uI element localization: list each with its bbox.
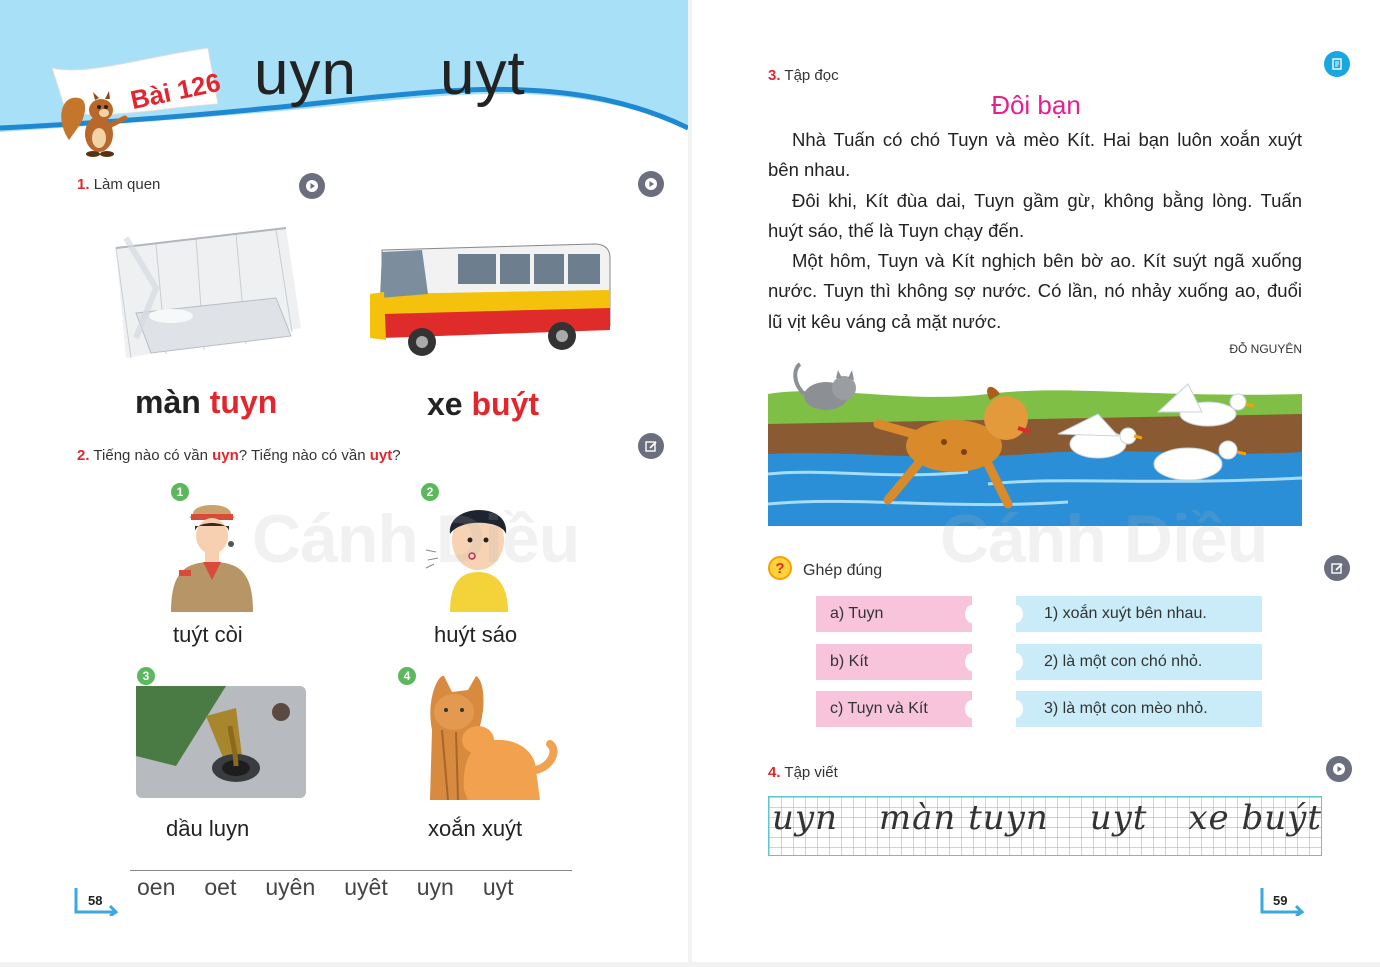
section-title: Làm quen: [93, 176, 161, 193]
play-icon: [1333, 763, 1345, 775]
word-xe-buyt: xe buýt: [427, 386, 539, 423]
match-left-item[interactable]: b) Kít: [816, 644, 979, 680]
section-2-heading: 2. Tiếng nào có vần uyn? Tiếng nào có vầ…: [77, 447, 401, 464]
story-text: Nhà Tuấn có chó Tuyn và mèo Kít. Hai bạn…: [768, 125, 1302, 337]
section-number: 3.: [768, 67, 781, 84]
match-heading: Ghép đúng: [803, 562, 883, 579]
cursive-word: uyt: [1089, 798, 1148, 838]
rhyme-title-uyt: uyt: [440, 39, 526, 108]
rhyme-title-uyn: uyn: [254, 39, 357, 108]
section-title: Tập viết: [784, 764, 838, 781]
play-audio-button-2[interactable]: [638, 171, 664, 197]
section-number: 1.: [77, 176, 90, 193]
cursive-word: xe buýt: [1188, 798, 1322, 838]
cursive-words: uyn màn tuyn uyt xe buýt: [772, 798, 1322, 838]
word-man-tuyn: màn tuyn: [135, 384, 277, 421]
section-highlight: uyt: [369, 447, 393, 464]
engine-oil-image: [136, 686, 306, 798]
play-audio-button[interactable]: [1326, 756, 1352, 782]
review-rhyme: uyn: [416, 874, 454, 900]
item-badge: 3: [137, 667, 155, 685]
watermark-logo: Cánh Diều: [252, 501, 580, 577]
review-rhymes: oen oet uyên uyêt uyn uyt: [137, 874, 514, 901]
match-right-item[interactable]: 3) là một con mèo nhỏ.: [1009, 691, 1262, 727]
item-caption: dầu luyn: [166, 816, 250, 841]
item-caption: huýt sáo: [434, 622, 518, 647]
review-rhyme: oet: [204, 874, 237, 900]
review-rhyme: uyên: [265, 874, 316, 900]
story-title-text: Đôi bạn: [991, 90, 1081, 120]
question-icon: ?: [768, 556, 792, 580]
left-page: Bài 126 uyn uyt 1. Làm quen màn tuyn xe …: [0, 0, 688, 962]
pencil-icon: [645, 441, 657, 452]
play-icon: [306, 180, 318, 192]
story-paragraph: Một hôm, Tuyn và Kít nghịch bên bờ ao. K…: [768, 250, 1302, 332]
section-number: 4.: [768, 764, 781, 781]
traffic-police-image: [171, 505, 253, 612]
edit-exercise-button[interactable]: [638, 433, 664, 459]
match-left-item[interactable]: c) Tuyn và Kít: [816, 691, 979, 727]
word-highlight: tuyn: [209, 384, 278, 420]
section-text: ? Tiếng nào có vần: [238, 447, 370, 464]
page-number: 58: [88, 893, 103, 908]
section-4-heading: 4. Tập viết: [768, 764, 838, 781]
match-left-item[interactable]: a) Tuyn: [816, 596, 979, 632]
play-icon: [645, 178, 657, 190]
section-number: 2.: [77, 447, 90, 464]
squirrel-mascot-icon: [61, 91, 128, 157]
story-paragraph: Nhà Tuấn có chó Tuyn và mèo Kít. Hai bạn…: [768, 129, 1302, 181]
section-3-heading: 3. Tập đọc: [768, 67, 839, 84]
word-base: xe: [427, 386, 472, 422]
word-highlight: buýt: [471, 386, 540, 422]
item-caption: tuýt còi: [173, 622, 243, 647]
item-caption: xoắn xuýt: [428, 816, 523, 841]
edit-exercise-button[interactable]: [1324, 555, 1350, 581]
cursive-word: màn tuyn: [878, 798, 1049, 838]
section-title: Tập đọc: [784, 67, 839, 84]
word-base: màn: [135, 384, 210, 420]
document-icon: [1332, 58, 1342, 70]
review-rhyme: uyêt: [344, 874, 388, 900]
section-text: ?: [392, 447, 401, 464]
bus-image: [370, 243, 611, 356]
review-rhyme: uyt: [482, 874, 514, 900]
section-1-heading: 1. Làm quen: [77, 176, 160, 193]
watermark-logo: Cánh Diều: [940, 501, 1268, 577]
mosquito-net-image: [96, 218, 306, 368]
story-paragraph: Đôi khi, Kít đùa dai, Tuyn gầm gừ, không…: [768, 189, 1302, 241]
document-button[interactable]: [1324, 51, 1350, 77]
review-rhyme: oen: [137, 874, 176, 900]
section-highlight: uyn: [212, 447, 239, 464]
divider: [130, 870, 572, 871]
cats-cuddling-image: [430, 675, 558, 801]
page-number: 59: [1273, 893, 1288, 908]
right-page: 3. Tập đọc Đôi bạn Nhà Tuấn có chó Tuyn …: [692, 0, 1380, 962]
story-title: Đôi bạn: [692, 90, 1380, 121]
cursive-word: uyn: [772, 798, 839, 838]
match-right-item[interactable]: 2) là một con chó nhỏ.: [1009, 644, 1262, 680]
play-audio-button[interactable]: [299, 173, 325, 199]
section-text: Tiếng nào có vần: [93, 447, 213, 464]
pencil-icon: [1331, 563, 1343, 574]
match-right-item[interactable]: 1) xoắn xuýt bên nhau.: [1009, 596, 1262, 632]
